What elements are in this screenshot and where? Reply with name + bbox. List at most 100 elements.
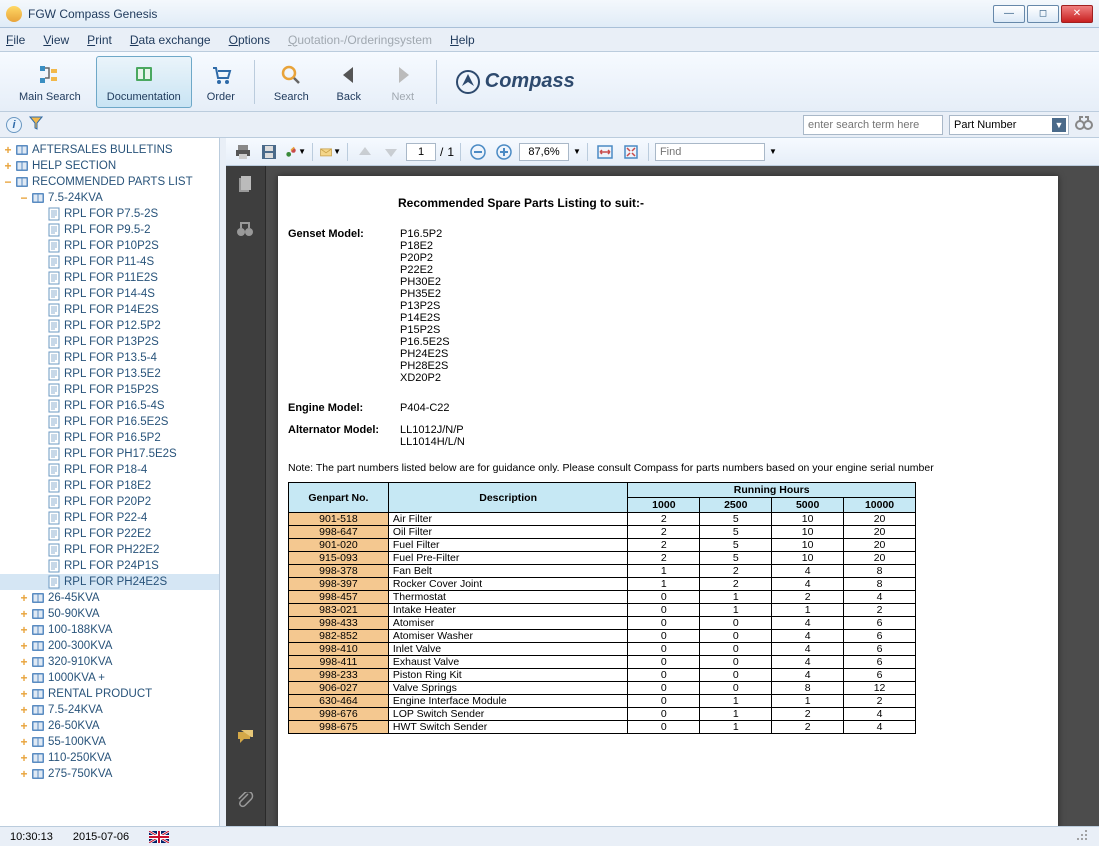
expand-icon[interactable]: + xyxy=(18,623,30,637)
zoom-out-button[interactable] xyxy=(467,141,489,163)
page-down-button[interactable] xyxy=(380,141,402,163)
expand-icon[interactable]: + xyxy=(18,639,30,653)
expand-icon[interactable]: + xyxy=(18,719,30,733)
search-type-select[interactable]: Part Number ▼ xyxy=(949,115,1069,135)
tree-item[interactable]: RPL FOR PH22E2 xyxy=(0,542,219,558)
search-button[interactable]: Search xyxy=(263,56,320,108)
zoom-input[interactable] xyxy=(519,143,569,161)
menu-help[interactable]: Help xyxy=(450,33,475,47)
tree-item[interactable]: +275-750KVA xyxy=(0,766,219,782)
funnel-icon[interactable] xyxy=(28,115,44,134)
bookmarks-panel-icon[interactable] xyxy=(236,220,256,240)
comments-panel-icon[interactable] xyxy=(236,728,256,748)
page-current-input[interactable] xyxy=(406,143,436,161)
tree-item[interactable]: RPL FOR P16.5-4S xyxy=(0,398,219,414)
language-flag-icon[interactable] xyxy=(149,831,169,843)
order-button[interactable]: Order xyxy=(196,56,246,108)
maximize-button[interactable]: ◻ xyxy=(1027,5,1059,23)
pages-panel-icon[interactable] xyxy=(236,176,256,196)
menu-print[interactable]: Print xyxy=(87,33,112,47)
tree-item[interactable]: RPL FOR PH24E2S xyxy=(0,574,219,590)
expand-icon[interactable]: + xyxy=(18,687,30,701)
binoculars-icon[interactable] xyxy=(1075,114,1093,135)
tree-item[interactable]: +110-250KVA xyxy=(0,750,219,766)
tree-item[interactable]: +55-100KVA xyxy=(0,734,219,750)
tree-item[interactable]: RPL FOR PH17.5E2S xyxy=(0,446,219,462)
tree-item[interactable]: RPL FOR P16.5P2 xyxy=(0,430,219,446)
menu-view[interactable]: View xyxy=(43,33,69,47)
expand-icon[interactable]: + xyxy=(18,751,30,765)
tree-item[interactable]: +100-188KVA xyxy=(0,622,219,638)
tree-item[interactable]: −7.5-24KVA xyxy=(0,190,219,206)
expand-icon[interactable]: + xyxy=(2,143,14,157)
tree-item[interactable]: RPL FOR P11-4S xyxy=(0,254,219,270)
info-icon[interactable]: i xyxy=(6,117,22,133)
tree-item[interactable]: RPL FOR P22E2 xyxy=(0,526,219,542)
window-title: FGW Compass Genesis xyxy=(28,7,993,21)
fit-width-button[interactable] xyxy=(594,141,616,163)
menu-options[interactable]: Options xyxy=(229,33,270,47)
main-search-button[interactable]: Main Search xyxy=(8,56,92,108)
tree-item[interactable]: +1000KVA + xyxy=(0,670,219,686)
expand-icon[interactable]: + xyxy=(18,655,30,669)
search-input[interactable] xyxy=(803,115,943,135)
tree-item[interactable]: RPL FOR P13.5E2 xyxy=(0,366,219,382)
expand-icon[interactable]: + xyxy=(18,767,30,781)
expand-icon[interactable]: + xyxy=(2,159,14,173)
expand-icon[interactable]: + xyxy=(18,735,30,749)
tree-item[interactable]: +7.5-24KVA xyxy=(0,702,219,718)
tree-item[interactable]: RPL FOR P24P1S xyxy=(0,558,219,574)
collapse-icon[interactable]: − xyxy=(2,175,14,189)
expand-icon[interactable]: + xyxy=(18,591,30,605)
attachments-panel-icon[interactable] xyxy=(236,792,256,812)
close-button[interactable]: ✕ xyxy=(1061,5,1093,23)
next-button[interactable]: Next xyxy=(378,56,428,108)
tree-item[interactable]: +AFTERSALES BULLETINS xyxy=(0,142,219,158)
tree-item[interactable]: RPL FOR P22-4 xyxy=(0,510,219,526)
documentation-button[interactable]: Documentation xyxy=(96,56,192,108)
tree-item[interactable]: −RECOMMENDED PARTS LIST xyxy=(0,174,219,190)
tree-item[interactable]: RPL FOR P10P2S xyxy=(0,238,219,254)
email-button[interactable]: ▼ xyxy=(319,141,341,163)
tree-item[interactable]: RPL FOR P14E2S xyxy=(0,302,219,318)
zoom-in-button[interactable] xyxy=(493,141,515,163)
tree-item[interactable]: +HELP SECTION xyxy=(0,158,219,174)
print-button[interactable] xyxy=(232,141,254,163)
tree-item[interactable]: RPL FOR P18-4 xyxy=(0,462,219,478)
tree-item[interactable]: +320-910KVA xyxy=(0,654,219,670)
back-button[interactable]: Back xyxy=(324,56,374,108)
tree-sidebar[interactable]: +AFTERSALES BULLETINS+HELP SECTION−RECOM… xyxy=(0,138,220,826)
tree-item[interactable]: +26-45KVA xyxy=(0,590,219,606)
tree-item[interactable]: RPL FOR P20P2 xyxy=(0,494,219,510)
export-button[interactable]: ▼ xyxy=(284,141,306,163)
expand-icon[interactable]: + xyxy=(18,607,30,621)
pdf-page-scroll[interactable]: Recommended Spare Parts Listing to suit:… xyxy=(266,166,1099,826)
tree-item[interactable]: +200-300KVA xyxy=(0,638,219,654)
fit-page-button[interactable] xyxy=(620,141,642,163)
tree-item[interactable]: +RENTAL PRODUCT xyxy=(0,686,219,702)
tree-item[interactable]: +26-50KVA xyxy=(0,718,219,734)
menu-quotation[interactable]: Quotation-/Orderingsystem xyxy=(288,33,432,47)
tree-item[interactable]: RPL FOR P7.5-2S xyxy=(0,206,219,222)
tree-item[interactable]: RPL FOR P13.5-4 xyxy=(0,350,219,366)
collapse-icon[interactable]: − xyxy=(18,191,30,205)
expand-icon[interactable]: + xyxy=(18,703,30,717)
tree-item[interactable]: RPL FOR P13P2S xyxy=(0,334,219,350)
find-input[interactable] xyxy=(655,143,765,161)
tree-item[interactable]: RPL FOR P11E2S xyxy=(0,270,219,286)
save-button[interactable] xyxy=(258,141,280,163)
tree-item[interactable]: RPL FOR P14-4S xyxy=(0,286,219,302)
page-up-button[interactable] xyxy=(354,141,376,163)
tree-item[interactable]: RPL FOR P18E2 xyxy=(0,478,219,494)
minimize-button[interactable]: — xyxy=(993,5,1025,23)
pdf-page: Recommended Spare Parts Listing to suit:… xyxy=(278,176,1058,826)
expand-icon[interactable]: + xyxy=(18,671,30,685)
tree-item[interactable]: RPL FOR P12.5P2 xyxy=(0,318,219,334)
tree-item[interactable]: RPL FOR P15P2S xyxy=(0,382,219,398)
resize-grip-icon[interactable] xyxy=(1075,828,1089,845)
tree-item[interactable]: +50-90KVA xyxy=(0,606,219,622)
tree-item[interactable]: RPL FOR P16.5E2S xyxy=(0,414,219,430)
menu-file[interactable]: File xyxy=(6,33,25,47)
tree-item[interactable]: RPL FOR P9.5-2 xyxy=(0,222,219,238)
menu-data-exchange[interactable]: Data exchange xyxy=(130,33,211,47)
